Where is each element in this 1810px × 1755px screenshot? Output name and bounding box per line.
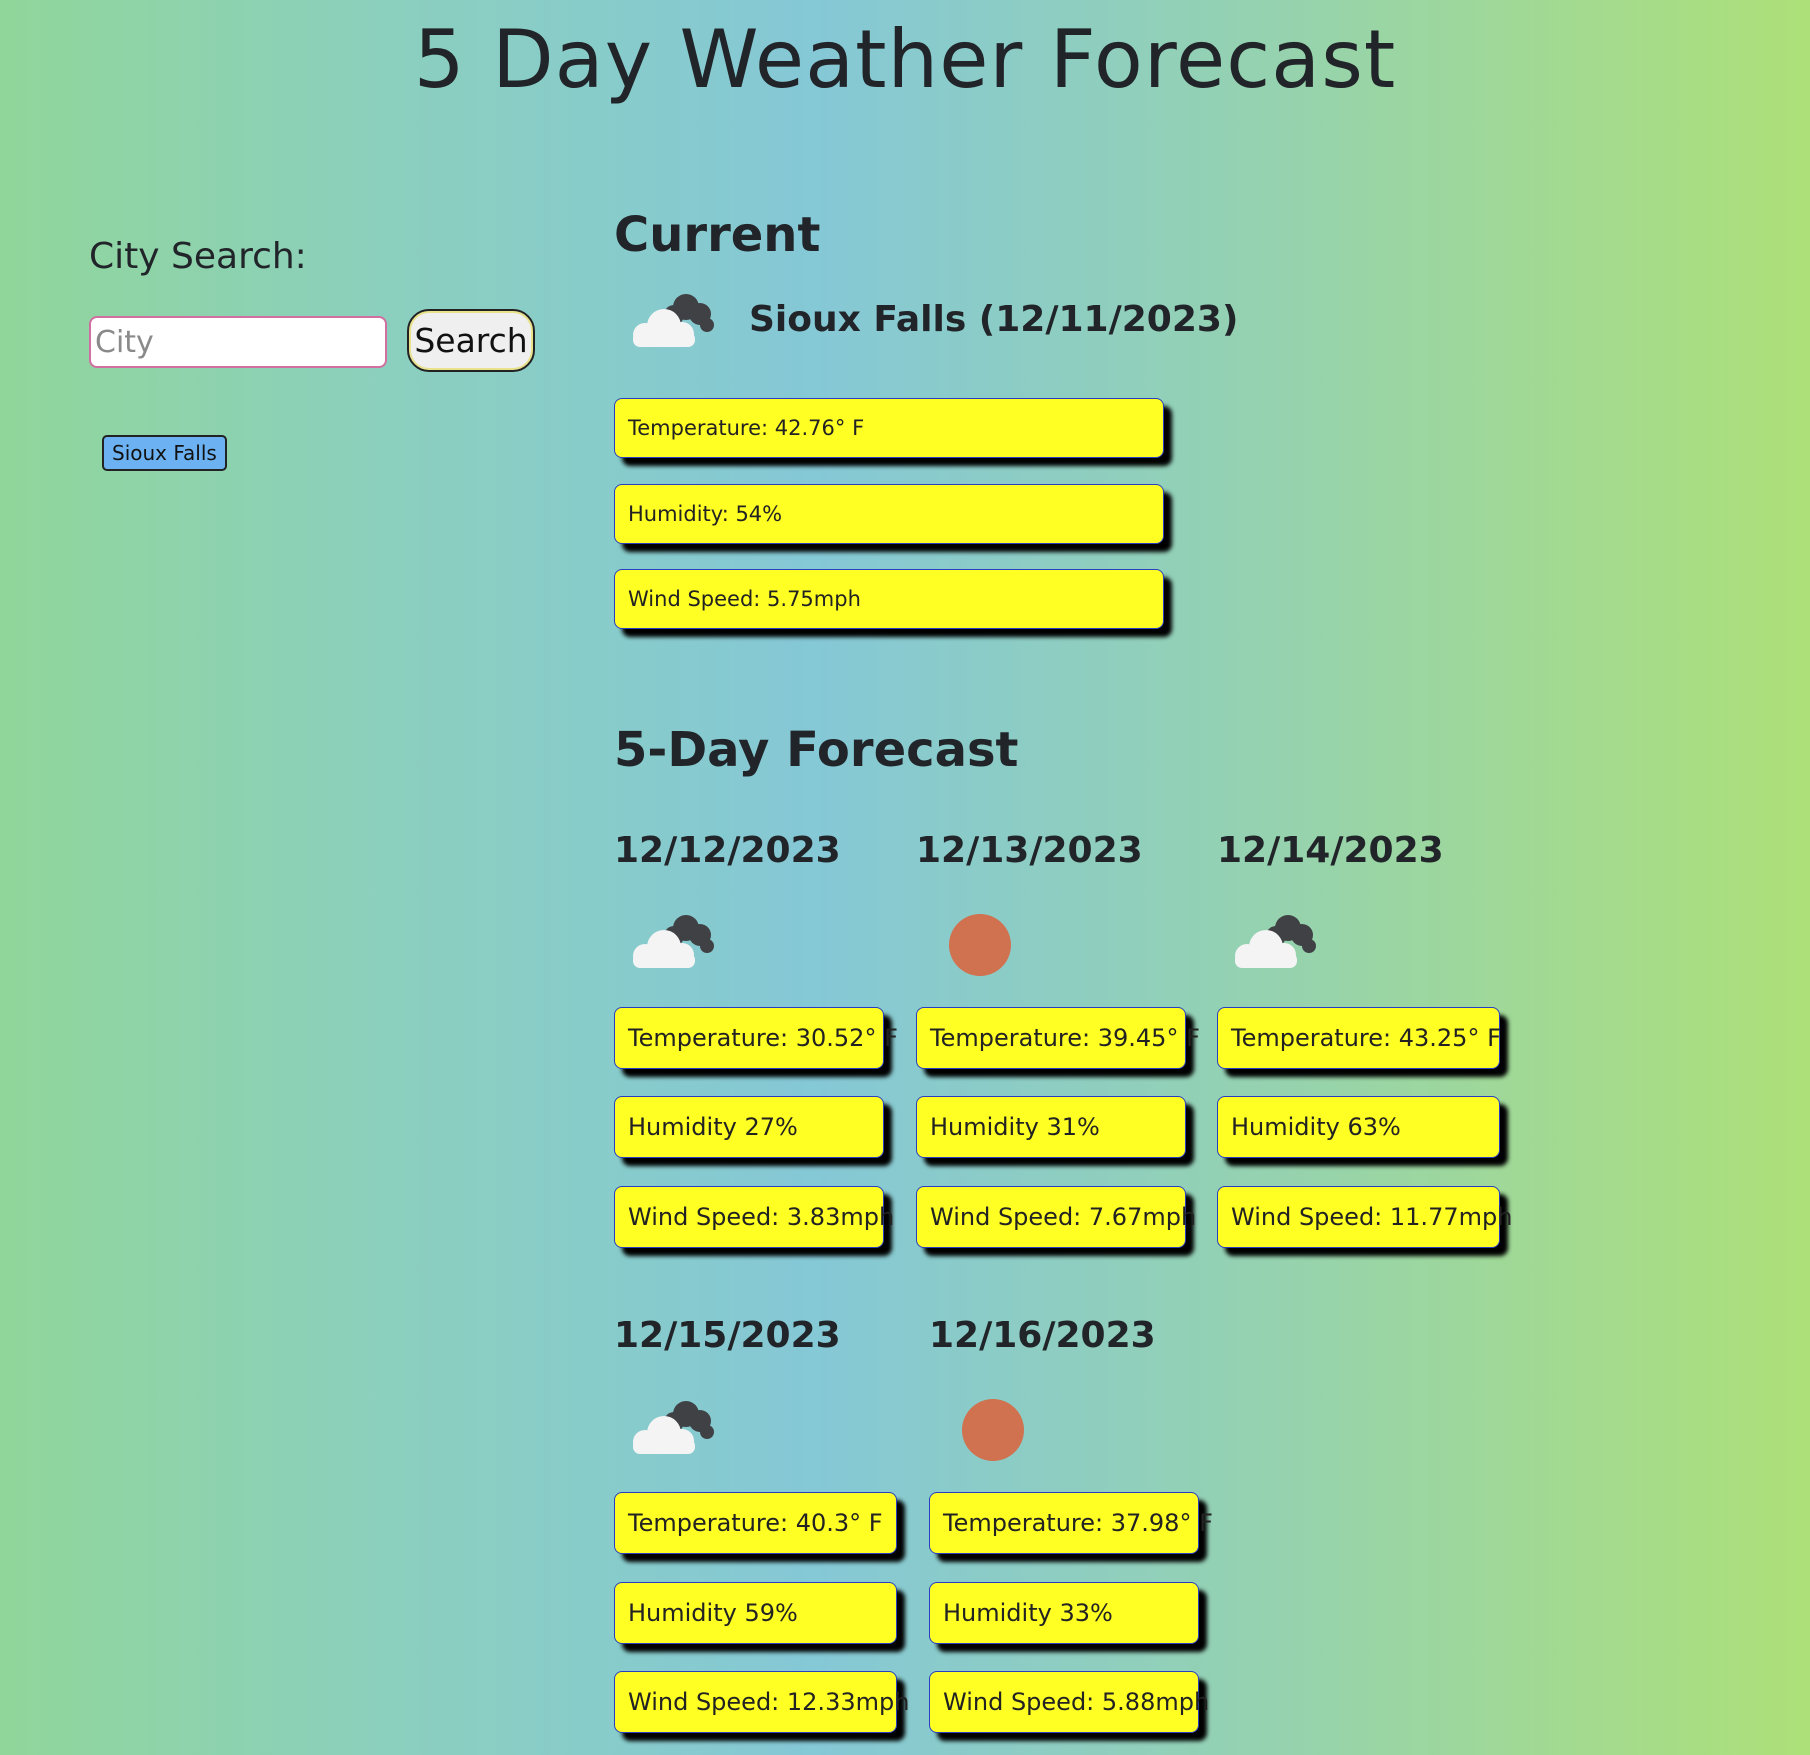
forecast-wind-speed: Wind Speed: 11.77mph [1217,1186,1512,1248]
cloudy-icon [1226,909,1322,979]
current-city-date: Sioux Falls (12/11/2023) [749,299,1239,340]
forecast-day-date: 12/13/2023 [916,830,1143,871]
forecast-heading: 5-Day Forecast [614,722,1019,778]
forecast-temperature: Temperature: 40.3° F [614,1492,897,1554]
forecast-humidity: Humidity 63% [1217,1096,1500,1158]
city-search-input[interactable] [89,316,387,368]
page-title: 5 Day Weather Forecast [413,13,1397,106]
forecast-humidity: Humidity 33% [929,1582,1199,1644]
cloudy-icon [624,288,720,358]
forecast-temperature: Temperature: 30.52° F [614,1007,898,1069]
current-heading: Current [614,207,821,263]
forecast-humidity: Humidity 27% [614,1096,884,1158]
forecast-temperature: Temperature: 39.45° F [916,1007,1200,1069]
forecast-temperature: Temperature: 43.25° F [1217,1007,1501,1069]
forecast-day-date: 12/16/2023 [929,1315,1156,1356]
current-wind-speed: Wind Speed: 5.75mph [614,569,1164,629]
forecast-humidity: Humidity 31% [916,1096,1186,1158]
city-search-label: City Search: [89,236,307,277]
current-humidity: Humidity: 54% [614,484,1164,544]
forecast-wind-speed: Wind Speed: 7.67mph [916,1186,1196,1248]
sun-icon [949,914,1011,976]
forecast-humidity: Humidity 59% [614,1582,897,1644]
forecast-wind-speed: Wind Speed: 12.33mph [614,1671,909,1733]
cloudy-icon [624,909,720,979]
sun-icon [962,1399,1024,1461]
forecast-wind-speed: Wind Speed: 3.83mph [614,1186,894,1248]
forecast-day-date: 12/14/2023 [1217,830,1444,871]
cloudy-icon [624,1395,720,1465]
forecast-day-date: 12/12/2023 [614,830,841,871]
forecast-wind-speed: Wind Speed: 5.88mph [929,1671,1209,1733]
search-button[interactable]: Search [407,309,535,372]
history-button-sioux-falls[interactable]: Sioux Falls [102,435,227,471]
forecast-temperature: Temperature: 37.98° F [929,1492,1213,1554]
forecast-day-date: 12/15/2023 [614,1315,841,1356]
current-temperature: Temperature: 42.76° F [614,398,1164,458]
